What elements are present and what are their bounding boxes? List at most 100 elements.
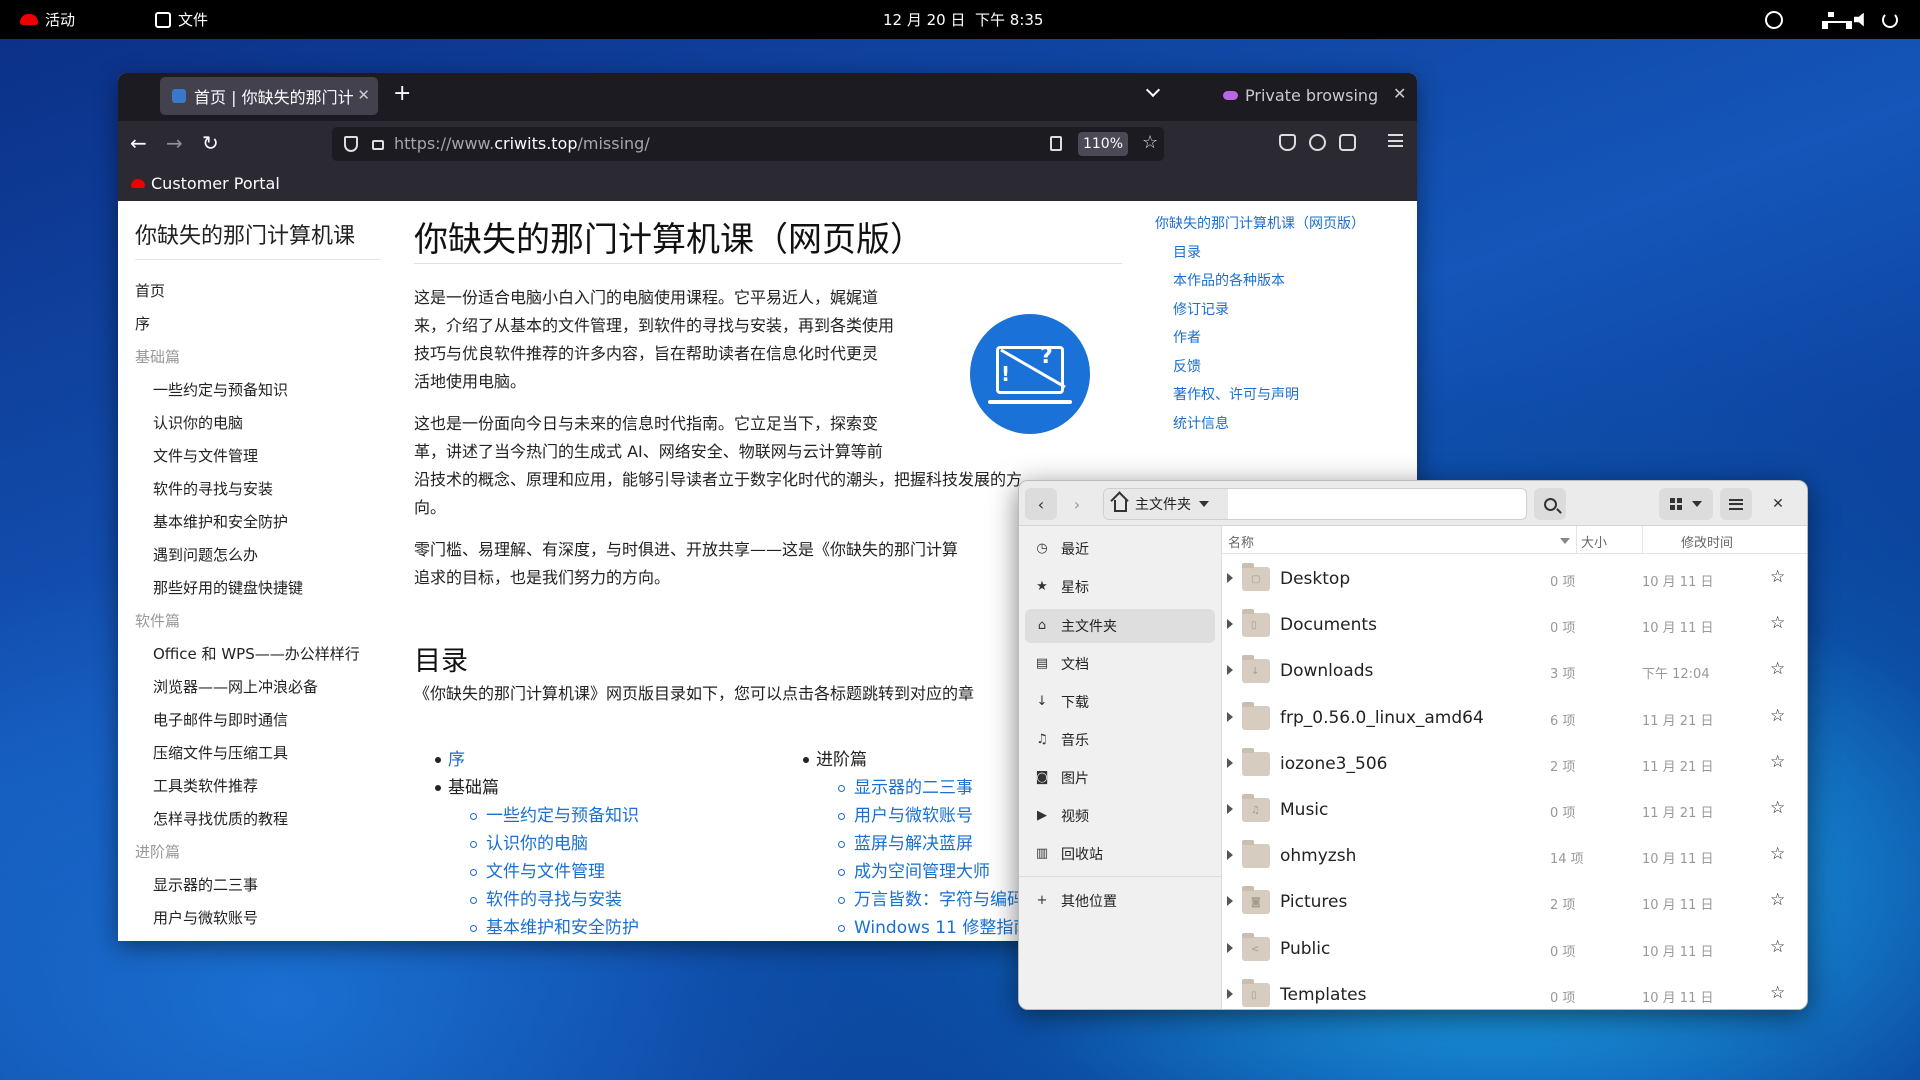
expand-arrow-icon[interactable]	[1227, 573, 1233, 583]
nav-item[interactable]: 软件的寻找与安装	[153, 478, 273, 499]
file-row[interactable]: frp_0.56.0_linux_amd64 6 项 11 月 21 日 ☆	[1222, 696, 1807, 742]
close-window-icon[interactable]: ✕	[1393, 84, 1406, 103]
star-icon[interactable]: ☆	[1770, 983, 1785, 1003]
tracking-shield-icon[interactable]	[344, 136, 358, 152]
star-icon[interactable]: ☆	[1770, 706, 1785, 726]
expand-arrow-icon[interactable]	[1227, 665, 1233, 676]
nav-item[interactable]: 文件与文件管理	[153, 445, 258, 466]
column-name[interactable]: 名称	[1228, 532, 1254, 551]
lock-icon[interactable]	[372, 140, 384, 150]
sidebar-item[interactable]: ◷ 最近	[1025, 532, 1215, 566]
toc-link[interactable]: 用户与微软账号	[854, 801, 973, 826]
bookmark-customer-portal[interactable]: Customer Portal	[131, 174, 280, 193]
sidebar-item[interactable]: ▤ 文档	[1025, 647, 1215, 681]
expand-arrow-icon[interactable]	[1227, 804, 1233, 814]
site-title[interactable]: 你缺失的那门计算机课	[135, 218, 355, 250]
star-icon[interactable]: ☆	[1770, 844, 1785, 864]
expand-arrow-icon[interactable]	[1227, 896, 1233, 907]
toc-link[interactable]: 万言皆数：字符与编码	[854, 885, 1024, 910]
toc-link[interactable]: 一些约定与预备知识	[486, 801, 639, 826]
nav-item[interactable]: 显示器的二三事	[153, 874, 258, 895]
expand-arrow-icon[interactable]	[1227, 850, 1233, 861]
nav-item[interactable]: 压缩文件与压缩工具	[153, 742, 288, 763]
nav-item[interactable]: 首页	[135, 280, 165, 301]
bookmark-star-icon[interactable]: ☆	[1142, 132, 1158, 153]
app-menu-button[interactable]: 文件	[155, 0, 208, 39]
clock-button[interactable]: 12 月 20 日 下午 8:35	[883, 0, 1043, 39]
nav-item[interactable]: 电子邮件与即时通信	[153, 709, 288, 730]
file-row[interactable]: ohmyzsh 14 项 10 月 11 日 ☆	[1222, 834, 1807, 880]
nav-item[interactable]: 那些好用的键盘快捷键	[153, 577, 303, 598]
toc-side-link[interactable]: 反馈	[1173, 356, 1201, 376]
nav-item[interactable]: 用户与微软账号	[153, 907, 258, 928]
star-icon[interactable]: ☆	[1770, 937, 1785, 957]
toc-side-link[interactable]: 著作权、许可与声明	[1173, 384, 1299, 404]
file-row[interactable]: iozone3_506 2 项 11 月 21 日 ☆	[1222, 742, 1807, 788]
file-row[interactable]: ↓ Downloads 3 项 下午 12:04 ☆	[1222, 649, 1807, 695]
toc-link[interactable]: 软件的寻找与安装	[486, 885, 622, 910]
back-arrow-icon[interactable]: ←	[130, 131, 147, 155]
system-menu-button[interactable]	[1822, 0, 1898, 39]
toc-link[interactable]: 蓝屏与解决蓝屏	[854, 829, 973, 854]
file-row[interactable]: ♫ Music 0 项 11 月 21 日 ☆	[1222, 788, 1807, 834]
toc-side-link[interactable]: 目录	[1173, 242, 1201, 262]
nav-item[interactable]: 认识你的电脑	[153, 412, 243, 433]
nav-item[interactable]: 一些约定与预备知识	[153, 379, 288, 400]
sidebar-item[interactable]: ⌂ 主文件夹	[1025, 609, 1215, 643]
nav-item[interactable]: 基本维护和安全防护	[153, 511, 288, 532]
toc-side-link[interactable]: 作者	[1173, 327, 1201, 347]
toc-link[interactable]: 成为空间管理大师	[854, 857, 990, 882]
toc-side-link[interactable]: 统计信息	[1173, 413, 1229, 433]
toc-side-link[interactable]: 本作品的各种版本	[1173, 270, 1285, 290]
account-icon[interactable]	[1309, 134, 1326, 151]
sidebar-item[interactable]: + 其他位置	[1025, 884, 1215, 918]
sidebar-item[interactable]: ★ 星标	[1025, 570, 1215, 604]
sidebar-item[interactable]: ♫ 音乐	[1025, 723, 1215, 757]
expand-arrow-icon[interactable]	[1227, 988, 1233, 999]
nav-item[interactable]: Office 和 WPS——办公样样行	[153, 643, 360, 664]
toc-link[interactable]: 认识你的电脑	[486, 829, 588, 854]
path-bar[interactable]: 主文件夹	[1103, 488, 1527, 520]
url-bar[interactable]: https://www.criwits.top/missing/ 110% ☆	[332, 127, 1164, 161]
file-row[interactable]: ▯ Templates 0 项 10 月 11 日 ☆	[1222, 973, 1807, 1009]
app-menu-icon[interactable]	[1388, 134, 1403, 147]
pocket-icon[interactable]	[1279, 134, 1296, 151]
sidebar-item[interactable]: ▶ 视频	[1025, 799, 1215, 833]
path-segment-home[interactable]: 主文件夹	[1104, 489, 1228, 519]
forward-button[interactable]: ›	[1061, 488, 1093, 520]
sidebar-item[interactable]: ▥ 回收站	[1025, 837, 1215, 871]
file-row[interactable]: < Public 0 项 10 月 11 日 ☆	[1222, 927, 1807, 973]
zoom-level-button[interactable]: 110%	[1078, 132, 1128, 156]
forward-arrow-icon[interactable]: →	[166, 131, 183, 155]
toc-title-link[interactable]: 你缺失的那门计算机课（网页版）	[1155, 213, 1365, 233]
toc-side-link[interactable]: 修订记录	[1173, 299, 1229, 319]
toc-link[interactable]: Windows 11 修整指南	[854, 913, 1030, 938]
toc-link[interactable]: 显示器的二三事	[854, 773, 973, 798]
browser-tab[interactable]: 首页 | 你缺失的那门计 ✕	[160, 77, 378, 115]
nav-item[interactable]: 遇到问题怎么办	[153, 544, 258, 565]
nav-item[interactable]: 工具类软件推荐	[153, 775, 258, 796]
file-row[interactable]: ◙ Pictures 2 项 10 月 11 日 ☆	[1222, 880, 1807, 926]
toc-link[interactable]: 文件与文件管理	[486, 857, 605, 882]
star-icon[interactable]: ☆	[1770, 752, 1785, 772]
reader-view-icon[interactable]	[1050, 136, 1062, 151]
toc-link-preface[interactable]: 序	[448, 745, 465, 770]
toc-link[interactable]: 基本维护和安全防护	[486, 913, 639, 938]
nav-item[interactable]: 浏览器——网上冲浪必备	[153, 676, 318, 697]
new-tab-button[interactable]: +	[393, 81, 411, 106]
file-row[interactable]: ▯ Documents 0 项 10 月 11 日 ☆	[1222, 603, 1807, 649]
nav-item[interactable]: 怎样寻找优质的教程	[153, 808, 288, 829]
star-icon[interactable]: ☆	[1770, 613, 1785, 633]
extensions-icon[interactable]	[1339, 134, 1356, 151]
star-icon[interactable]: ☆	[1770, 798, 1785, 818]
expand-arrow-icon[interactable]	[1227, 711, 1233, 722]
expand-arrow-icon[interactable]	[1227, 757, 1233, 768]
url-text[interactable]: https://www.criwits.top/missing/	[394, 134, 650, 153]
view-toggle-button[interactable]	[1659, 488, 1713, 520]
expand-arrow-icon[interactable]	[1227, 942, 1233, 953]
nav-item[interactable]: 序	[135, 313, 150, 334]
sidebar-item[interactable]: ↓ 下载	[1025, 685, 1215, 719]
star-icon[interactable]: ☆	[1770, 567, 1785, 587]
sidebar-item[interactable]: ◙ 图片	[1025, 761, 1215, 795]
main-menu-button[interactable]	[1720, 488, 1752, 520]
